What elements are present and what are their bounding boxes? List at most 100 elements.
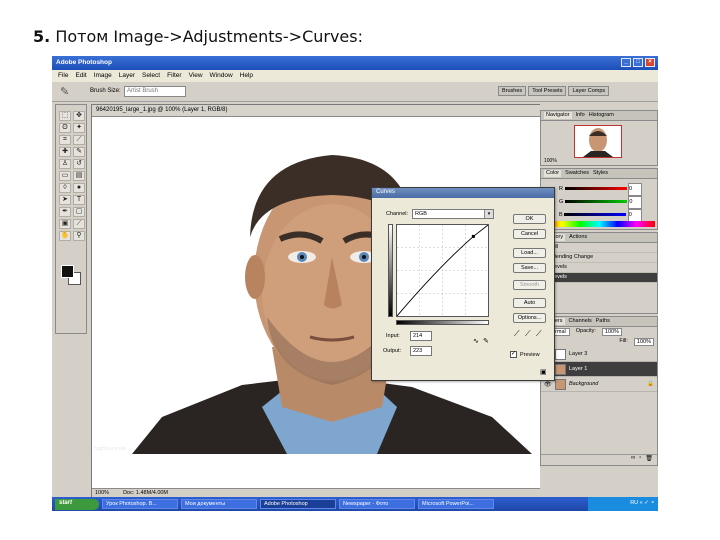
status-zoom[interactable]: 100%: [95, 490, 109, 497]
menu-layer[interactable]: Layer: [119, 72, 135, 82]
menu-filter[interactable]: Filter: [167, 72, 181, 82]
black-eyedropper-icon[interactable]: ⟋: [514, 329, 520, 339]
layer-row[interactable]: 👁Layer 3: [541, 347, 657, 362]
type-tool-icon[interactable]: T: [73, 195, 85, 205]
menu-edit[interactable]: Edit: [75, 72, 86, 82]
maximize-button[interactable]: □: [633, 58, 643, 67]
input-field[interactable]: 214: [410, 331, 432, 341]
tab-channels[interactable]: Channels: [569, 318, 592, 325]
tab-paths[interactable]: Paths: [596, 318, 610, 325]
taskbar-item[interactable]: Microsoft PowerPoi...: [418, 499, 494, 509]
crop-tool-icon[interactable]: ⌗: [59, 135, 71, 145]
green-slider[interactable]: [564, 200, 627, 204]
auto-button[interactable]: Auto: [513, 298, 546, 308]
move-tool-icon[interactable]: ✥: [73, 111, 85, 121]
save-button[interactable]: Save...: [513, 263, 546, 273]
channel-select[interactable]: RGB ▾: [412, 209, 494, 219]
load-button[interactable]: Load...: [513, 248, 546, 258]
notes-tool-icon[interactable]: ▣: [59, 219, 71, 229]
hand-tool-icon[interactable]: ✋: [59, 231, 71, 241]
lasso-tool-icon[interactable]: ʘ: [59, 123, 71, 133]
history-item-selected[interactable]: ▪Levels: [541, 273, 657, 283]
history-item[interactable]: ▪Fill: [541, 243, 657, 253]
blue-slider[interactable]: [564, 213, 627, 217]
healing-tool-icon[interactable]: ✚: [59, 147, 71, 157]
brush-tool-icon[interactable]: ✎: [73, 147, 85, 157]
white-eyedropper-icon[interactable]: ⟋: [536, 329, 542, 339]
options-button[interactable]: Options...: [513, 313, 546, 323]
close-button[interactable]: ×: [645, 58, 655, 67]
gradient-tool-icon[interactable]: ▤: [73, 171, 85, 181]
opacity-value[interactable]: 100%: [601, 328, 622, 336]
curves-graph[interactable]: [396, 224, 489, 317]
red-slider[interactable]: [564, 187, 627, 191]
menu-select[interactable]: Select: [142, 72, 160, 82]
stamp-tool-icon[interactable]: ♙: [59, 159, 71, 169]
color-value-r[interactable]: 0: [628, 183, 643, 196]
preview-checkbox[interactable]: ✓: [510, 351, 517, 358]
brush-field[interactable]: Artist Brush: [124, 86, 186, 97]
taskbar-item[interactable]: Newspaper - Фото: [339, 499, 415, 509]
ok-button[interactable]: OK: [513, 214, 546, 224]
new-layer-icon[interactable]: ▫: [639, 455, 641, 463]
tab-swatches[interactable]: Swatches: [565, 170, 589, 177]
eyedropper-tool-icon[interactable]: ⟋: [73, 219, 85, 229]
well-tab-brushes[interactable]: Brushes: [498, 86, 527, 96]
slice-tool-icon[interactable]: ⟋: [73, 135, 85, 145]
cancel-button[interactable]: Cancel: [513, 229, 546, 239]
tab-color[interactable]: Color: [544, 170, 562, 177]
menu-image[interactable]: Image: [94, 72, 112, 82]
tab-info[interactable]: Info: [576, 112, 585, 119]
menu-help[interactable]: Help: [240, 72, 253, 82]
link-icon[interactable]: ∞: [631, 455, 635, 463]
well-tab-layer-comps[interactable]: Layer Comps: [568, 86, 610, 96]
pen-tool-icon[interactable]: ✒: [59, 207, 71, 217]
layer-row-selected[interactable]: 👁Layer 1: [541, 362, 657, 377]
minimize-button[interactable]: _: [621, 58, 631, 67]
gray-eyedropper-icon[interactable]: ⟋: [525, 329, 531, 339]
history-item[interactable]: ▪Levels: [541, 263, 657, 273]
shape-tool-icon[interactable]: ▢: [73, 207, 85, 217]
navigator-zoom[interactable]: 100%: [544, 158, 557, 164]
history-brush-tool-icon[interactable]: ↺: [73, 159, 85, 169]
menu-view[interactable]: View: [189, 72, 203, 82]
history-item[interactable]: ▪Blending Change: [541, 253, 657, 263]
right-panels: Navigator Info Histogram 100% Color Swat…: [540, 102, 658, 497]
tab-styles[interactable]: Styles: [593, 170, 608, 177]
color-ramp[interactable]: [543, 221, 655, 227]
eye-icon[interactable]: 👁: [544, 381, 552, 388]
trash-icon[interactable]: 🗑: [645, 455, 653, 463]
taskbar-item[interactable]: Урок Photoshop. В...: [102, 499, 178, 509]
path-select-tool-icon[interactable]: ➤: [59, 195, 71, 205]
eraser-tool-icon[interactable]: ▭: [59, 171, 71, 181]
fill-value[interactable]: 100%: [633, 338, 654, 346]
blur-tool-icon[interactable]: ◊: [59, 183, 71, 193]
color-row-g: G 0: [559, 196, 643, 209]
windows-taskbar: start Урок Photoshop. В... Мои документы…: [52, 497, 658, 511]
expand-graph-icon[interactable]: ▣: [540, 368, 547, 376]
pencil-icon[interactable]: ✎: [483, 337, 489, 345]
foreground-color-swatch[interactable]: [61, 265, 74, 278]
curve-mode-icon[interactable]: ∿: [473, 337, 479, 345]
curves-dialog-title: Curves: [372, 188, 554, 198]
curve-control-point[interactable]: [471, 234, 475, 238]
magic-wand-tool-icon[interactable]: ✦: [73, 123, 85, 133]
tab-navigator[interactable]: Navigator: [544, 112, 572, 119]
menu-window[interactable]: Window: [210, 72, 233, 82]
menu-file[interactable]: File: [58, 72, 68, 82]
tab-histogram[interactable]: Histogram: [589, 112, 614, 119]
chevron-down-icon: ▾: [484, 210, 493, 218]
color-value-g[interactable]: 0: [628, 196, 643, 209]
photoshop-screenshot: Adobe Photoshop _ □ × File Edit Image La…: [52, 56, 658, 511]
output-field[interactable]: 223: [410, 346, 432, 356]
navigator-thumbnail[interactable]: [574, 125, 622, 158]
well-tab-tool-presets[interactable]: Tool Presets: [528, 86, 567, 96]
dodge-tool-icon[interactable]: ●: [73, 183, 85, 193]
marquee-tool-icon[interactable]: ⬚: [59, 111, 71, 121]
tab-actions[interactable]: Actions: [569, 234, 587, 241]
start-button[interactable]: start: [55, 498, 99, 510]
taskbar-item[interactable]: Мои документы: [181, 499, 257, 509]
zoom-tool-icon[interactable]: ⚲: [73, 231, 85, 241]
layer-row[interactable]: 👁 Background 🔒: [541, 377, 657, 392]
taskbar-item-active[interactable]: Adobe Photoshop: [260, 499, 336, 509]
